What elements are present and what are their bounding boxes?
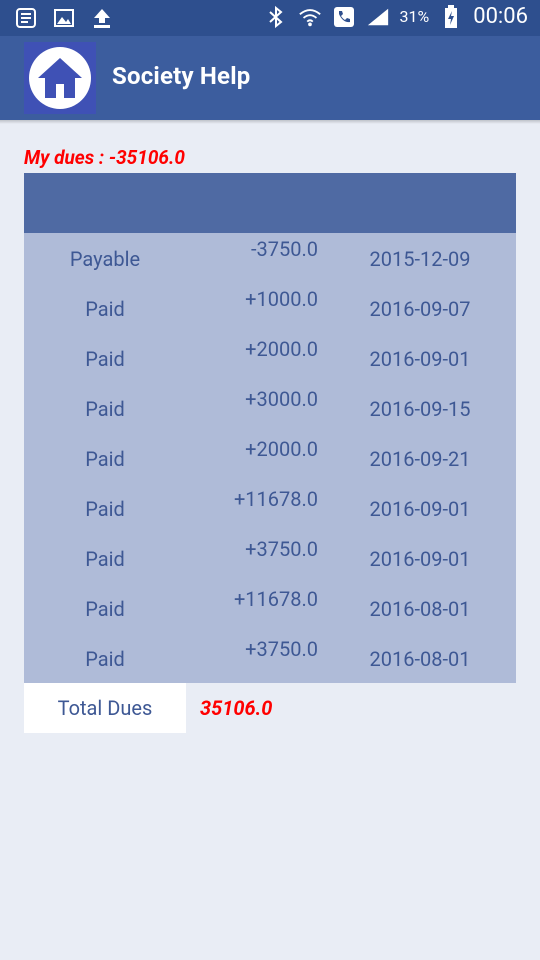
- row-amount: +3750.0: [245, 537, 318, 561]
- row-status: Paid: [85, 447, 125, 471]
- row-status: Paid: [85, 297, 125, 321]
- row-status: Paid: [85, 397, 125, 421]
- table-row[interactable]: Paid +1000.0 2016-09-07: [24, 283, 516, 333]
- status-bar-system: 31% 00:06: [264, 4, 528, 29]
- app-title: Society Help: [112, 62, 251, 90]
- row-amount: +2000.0: [245, 337, 318, 361]
- app-toolbar: Society Help: [0, 36, 540, 120]
- row-status: Paid: [85, 547, 125, 571]
- total-dues-value: 35106.0: [200, 696, 273, 720]
- row-date: 2016-09-07: [369, 297, 471, 321]
- row-date: 2016-09-01: [369, 347, 471, 371]
- row-amount: +11678.0: [233, 487, 318, 511]
- home-icon: [29, 47, 91, 109]
- dues-table: Payable -3750.0 2015-12-09 Paid +1000.0 2016-…: [24, 233, 516, 683]
- row-status: Paid: [85, 597, 125, 621]
- row-date: 2016-08-01: [369, 647, 471, 671]
- row-date: 2016-08-01: [369, 597, 471, 621]
- table-row[interactable]: Paid +3750.0 2016-08-01: [24, 633, 516, 683]
- status-bar: 31% 00:06: [0, 0, 540, 36]
- row-status: Paid: [85, 497, 125, 521]
- row-date: 2015-12-09: [369, 247, 471, 271]
- table-row[interactable]: Paid +3750.0 2016-09-01: [24, 533, 516, 583]
- row-amount: +11678.0: [233, 587, 318, 611]
- row-date: 2016-09-21: [369, 447, 471, 471]
- wifi-call-icon: [298, 5, 322, 29]
- row-date: 2016-09-15: [369, 397, 471, 421]
- notes-icon: [14, 6, 38, 30]
- app-logo[interactable]: [24, 42, 96, 114]
- row-amount: +3000.0: [245, 387, 318, 411]
- bluetooth-icon: [264, 5, 288, 29]
- table-row[interactable]: Paid +2000.0 2016-09-21: [24, 433, 516, 483]
- row-amount: +2000.0: [245, 437, 318, 461]
- table-header: [24, 173, 516, 233]
- toolbar-shadow: [0, 120, 540, 124]
- upload-icon: [90, 6, 114, 30]
- row-amount: +3750.0: [245, 637, 318, 661]
- row-status: Paid: [85, 647, 125, 671]
- row-status: Paid: [85, 347, 125, 371]
- row-amount: -3750.0: [250, 237, 318, 261]
- total-dues-label: Total Dues: [24, 683, 186, 733]
- row-date: 2016-09-01: [369, 547, 471, 571]
- table-row[interactable]: Paid +11678.0 2016-09-01: [24, 483, 516, 533]
- my-dues-label: My dues : -35106.0: [24, 146, 185, 169]
- battery-charging-icon: [439, 4, 463, 29]
- row-date: 2016-09-01: [369, 497, 471, 521]
- signal-icon: [366, 5, 390, 29]
- status-time: 00:06: [473, 4, 528, 29]
- status-bar-notifications: [14, 6, 114, 30]
- row-status: Payable: [69, 247, 141, 271]
- table-row[interactable]: Paid +2000.0 2016-09-01: [24, 333, 516, 383]
- table-row[interactable]: Paid +3000.0 2016-09-15: [24, 383, 516, 433]
- table-row[interactable]: Payable -3750.0 2015-12-09: [24, 233, 516, 283]
- phone-icon: [332, 5, 356, 29]
- image-icon: [52, 6, 76, 30]
- table-row[interactable]: Paid +11678.0 2016-08-01: [24, 583, 516, 633]
- row-amount: +1000.0: [245, 287, 318, 311]
- battery-percent: 31%: [399, 7, 430, 26]
